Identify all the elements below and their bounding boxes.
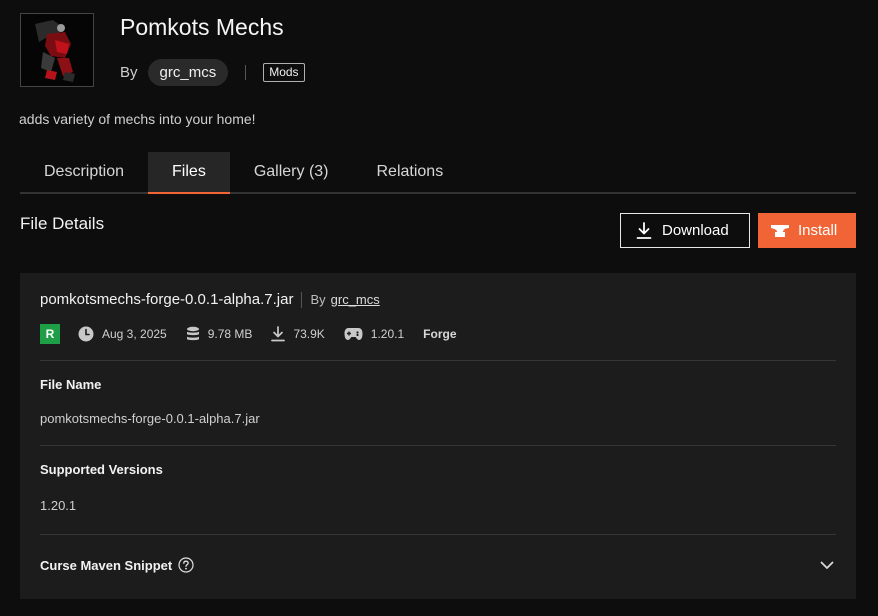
- gamepad-icon: [344, 328, 363, 340]
- curse-maven-snippet-label: Curse Maven Snippet: [40, 557, 173, 573]
- project-header: Pomkots Mechs By grc_mcs Mods: [20, 13, 860, 93]
- download-count: 73.9K: [271, 326, 325, 342]
- by-label: By: [310, 292, 326, 307]
- game-version: 1.20.1: [344, 327, 404, 341]
- file-name-value: pomkotsmechs-forge-0.0.1-alpha.7.jar: [40, 411, 260, 426]
- mod-loader: Forge: [423, 327, 457, 341]
- chevron-down-icon[interactable]: [820, 561, 834, 570]
- install-button-label: Install: [798, 222, 838, 239]
- divider: [40, 445, 836, 446]
- file-size-value: 9.78 MB: [207, 327, 253, 341]
- tab-description[interactable]: Description: [20, 152, 148, 192]
- file-header: pomkotsmechs-forge-0.0.1-alpha.7.jar By …: [40, 291, 380, 308]
- file-name-label: File Name: [40, 377, 102, 392]
- file-title: pomkotsmechs-forge-0.0.1-alpha.7.jar: [40, 291, 294, 308]
- divider: [40, 534, 836, 535]
- database-icon: [186, 326, 199, 341]
- separator: [301, 291, 303, 308]
- curse-maven-snippet-toggle[interactable]: Curse Maven Snippet: [40, 556, 836, 574]
- project-title: Pomkots Mechs: [120, 14, 284, 40]
- release-type-badge: R: [40, 324, 60, 344]
- divider: [40, 360, 836, 361]
- file-details-heading: File Details: [20, 214, 105, 233]
- install-button[interactable]: Install: [758, 213, 856, 248]
- project-thumbnail: [20, 13, 94, 87]
- anvil-icon: [771, 224, 789, 237]
- tab-gallery[interactable]: Gallery (3): [230, 152, 353, 192]
- project-byline: By grc_mcs Mods: [120, 58, 305, 86]
- download-count-value: 73.9K: [293, 327, 325, 341]
- author-link[interactable]: grc_mcs: [147, 58, 229, 86]
- separator: [245, 64, 247, 80]
- question-circle-icon[interactable]: [178, 557, 194, 573]
- file-details-panel: pomkotsmechs-forge-0.0.1-alpha.7.jar By …: [20, 273, 856, 599]
- download-button[interactable]: Download: [620, 213, 750, 248]
- upload-date: Aug 3, 2025: [78, 326, 167, 342]
- tab-files[interactable]: Files: [148, 152, 230, 194]
- clock-icon: [78, 326, 94, 342]
- project-summary: adds variety of mechs into your home!: [19, 111, 256, 127]
- download-icon: [636, 221, 652, 239]
- file-author-link[interactable]: grc_mcs: [331, 292, 380, 307]
- game-version-value: 1.20.1: [370, 327, 405, 341]
- tab-relations[interactable]: Relations: [353, 152, 468, 192]
- upload-date-value: Aug 3, 2025: [102, 327, 167, 341]
- supported-versions-label: Supported Versions: [40, 462, 163, 477]
- category-tag[interactable]: Mods: [263, 62, 305, 82]
- download-button-label: Download: [662, 222, 729, 239]
- file-size: 9.78 MB: [186, 326, 253, 342]
- project-tabs: Description Files Gallery (3) Relations: [20, 152, 856, 194]
- file-meta-row: R Aug 3, 2025 9.78 MB 73.9K 1.20.1 Forge: [40, 324, 457, 344]
- by-label: By: [120, 63, 138, 81]
- supported-versions-value: 1.20.1: [40, 498, 77, 513]
- download-icon: [271, 326, 286, 342]
